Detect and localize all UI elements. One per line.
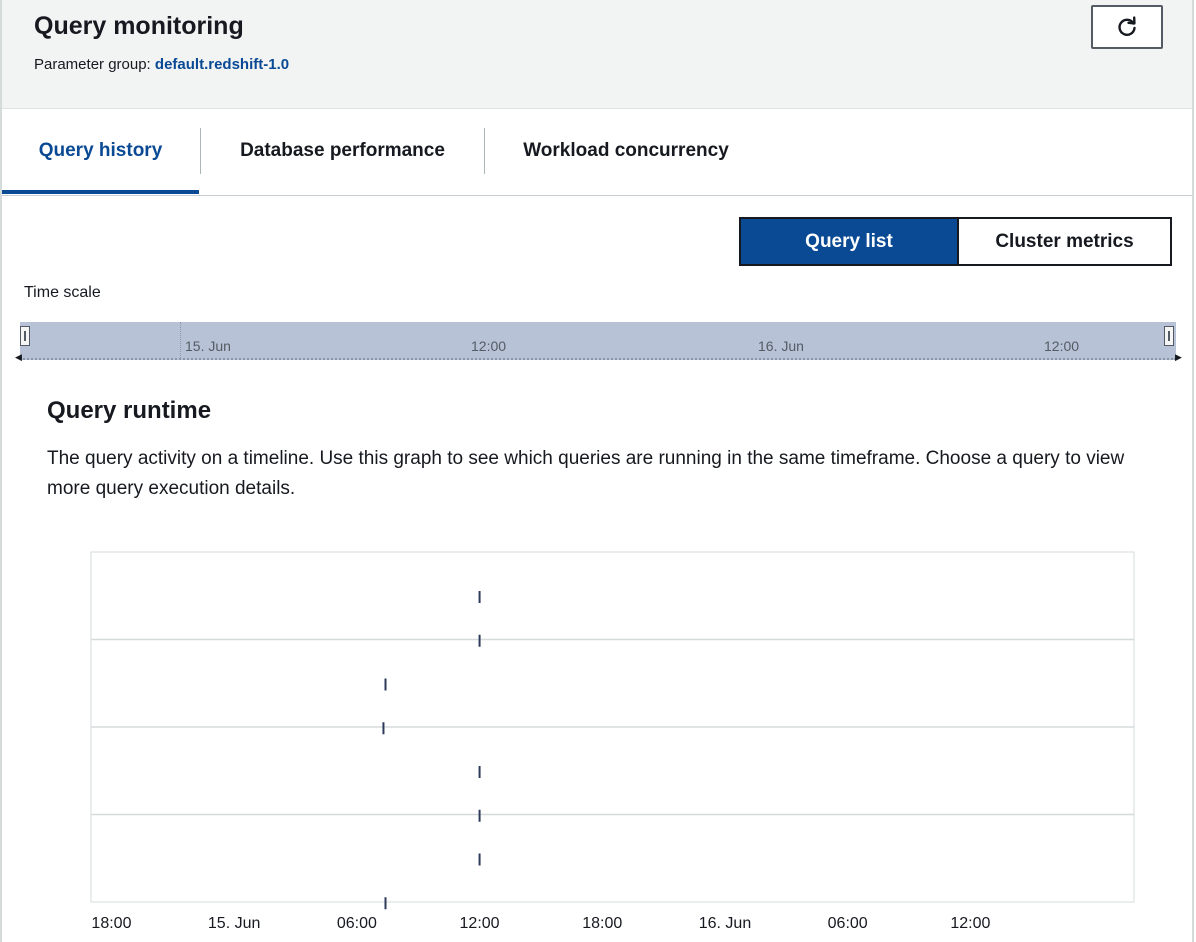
navigator-tick: 15. Jun: [185, 338, 231, 354]
x-tick-label: 06:00: [337, 915, 377, 932]
refresh-icon: [1118, 16, 1136, 36]
navigator-right-arrow-icon[interactable]: ▶: [1175, 352, 1182, 363]
query-list-button[interactable]: Query list: [741, 219, 959, 264]
x-tick-label: 15. Jun: [208, 915, 260, 932]
navigator-right-handle[interactable]: [1164, 326, 1174, 346]
navigator-tick: 12:00: [1044, 338, 1080, 354]
parameter-group-link[interactable]: default.redshift-1.0: [155, 56, 289, 73]
navigator-tick: 12:00: [471, 338, 507, 354]
time-scale-label: Time scale: [24, 284, 101, 301]
parameter-group-line: Parameter group: default.redshift-1.0: [34, 56, 289, 73]
navigator-left-handle[interactable]: [20, 326, 30, 346]
x-tick-label: 06:00: [828, 915, 868, 932]
query-runtime-title: Query runtime: [47, 397, 212, 424]
cluster-metrics-button[interactable]: Cluster metrics: [959, 219, 1170, 264]
view-toggle: Query list Cluster metrics: [739, 217, 1172, 266]
tab-database-performance[interactable]: Database performance: [201, 128, 484, 174]
navigator-divider: [180, 322, 181, 358]
tab-workload-concurrency[interactable]: Workload concurrency: [485, 128, 767, 174]
time-navigator[interactable]: 15. Jun 12:00 16. Jun 12:00: [20, 322, 1176, 360]
tab-query-history[interactable]: Query history: [2, 128, 199, 174]
parameter-group-label: Parameter group:: [34, 56, 151, 73]
page-title: Query monitoring: [34, 12, 244, 40]
x-tick-label: 18:00: [91, 915, 131, 932]
x-tick-label: 18:00: [582, 915, 622, 932]
active-tab-indicator: [2, 190, 199, 194]
query-runtime-chart: 18:00 15. Jun 06:00 12:00 18:00 16. Jun 06:00 1…: [90, 551, 1135, 932]
x-tick-label: 16. Jun: [699, 915, 751, 932]
refresh-button[interactable]: [1091, 5, 1163, 49]
x-tick-label: 12:00: [950, 915, 990, 932]
navigator-left-arrow-icon[interactable]: ◀: [15, 352, 22, 363]
navigator-tick: 16. Jun: [758, 338, 804, 354]
x-tick-label: 12:00: [460, 915, 500, 932]
page-header: Query monitoring Parameter group: defaul…: [2, 0, 1192, 109]
query-runtime-description: The query activity on a timeline. Use th…: [47, 448, 1125, 499]
